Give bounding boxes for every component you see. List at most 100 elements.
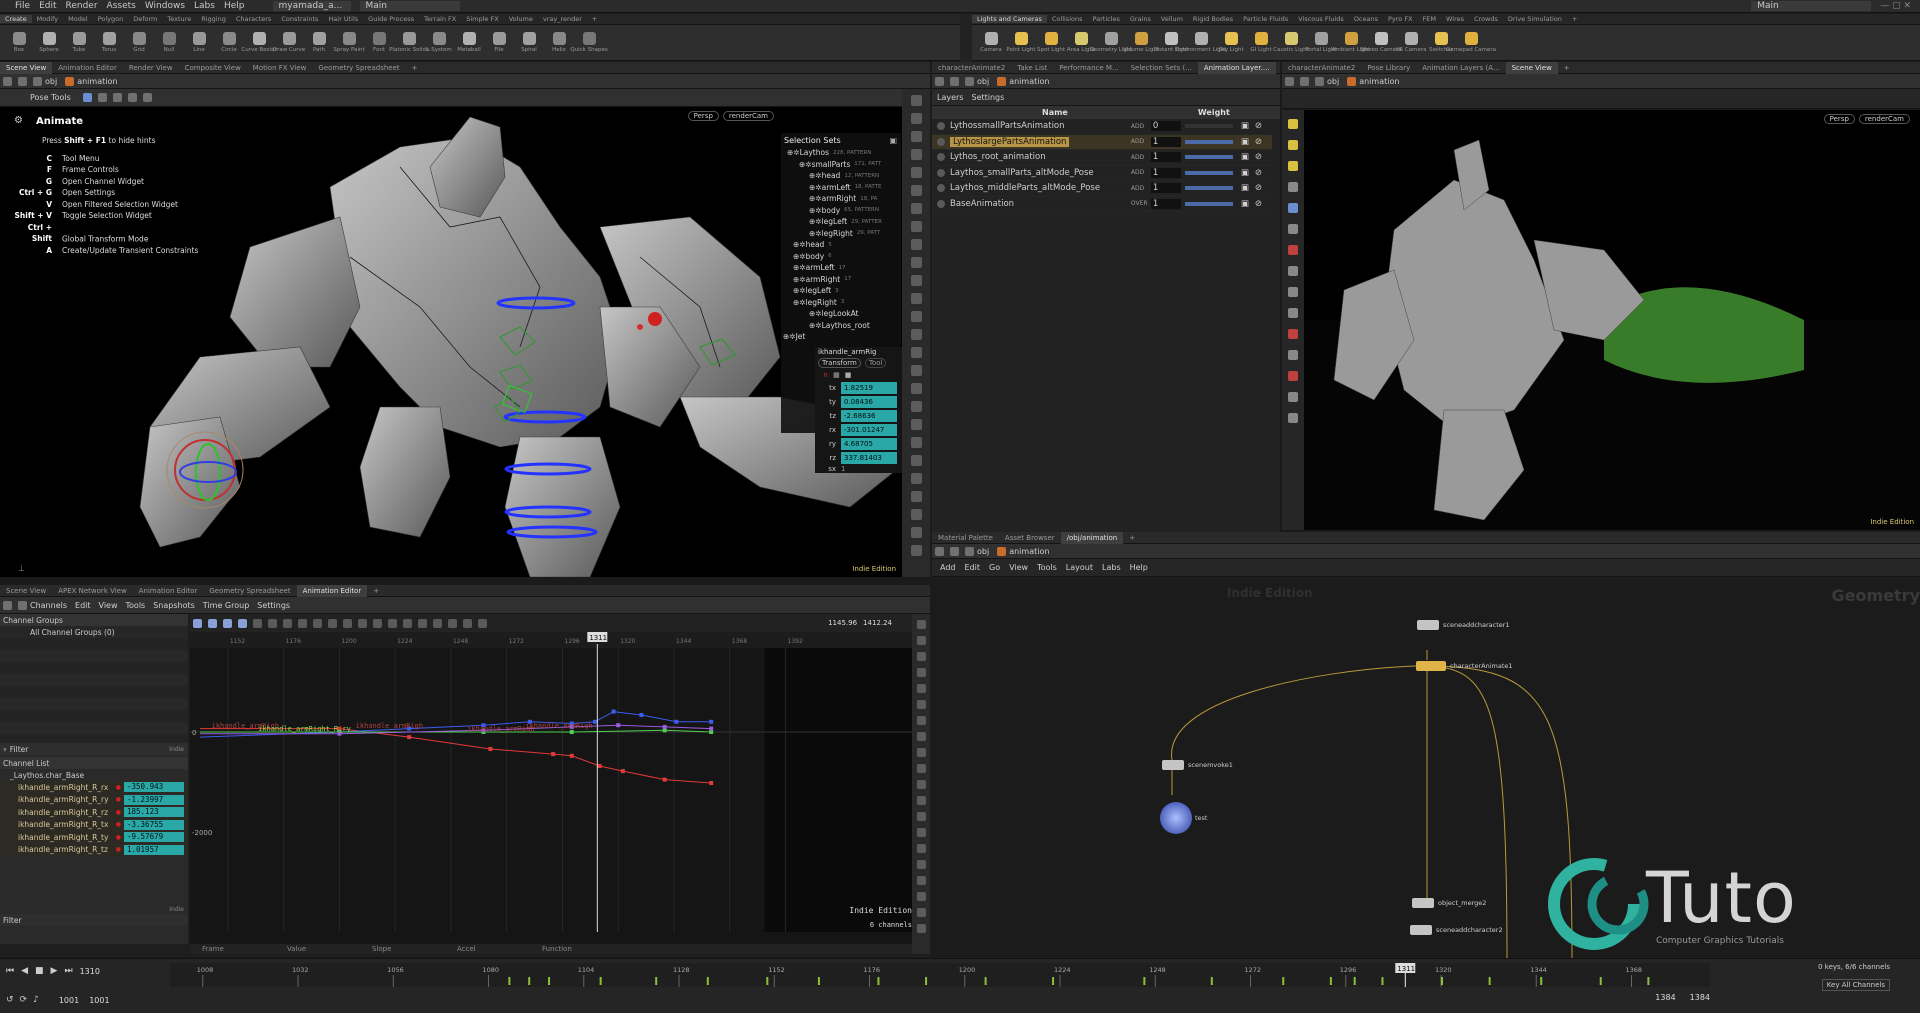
tab-terrain-fx[interactable]: Terrain FX [419,15,461,23]
viewport-tool-icon[interactable] [910,203,922,214]
graph-toolbar-icon[interactable] [208,618,217,628]
layer-lock-icon[interactable]: ▣ [1241,152,1249,162]
network-menu-layout[interactable]: Layout [1066,563,1093,572]
viewport-tool-icon[interactable] [910,149,922,160]
layer-weight-slider[interactable] [1184,139,1233,144]
viewport2-tool-icon[interactable] [1288,119,1298,129]
tab-rigging[interactable]: Rigging [196,15,231,23]
graph-tool-icon[interactable] [916,796,926,805]
graph-toolbar-icon[interactable] [433,618,442,628]
layer-mode[interactable]: ADD [1131,138,1149,145]
shelf-tool-file[interactable]: File [484,32,514,53]
anim-menu-channels[interactable]: Channels [30,601,67,610]
tab-material-palette[interactable]: Material Palette [932,532,999,544]
node-characteranimate1[interactable]: characterAnimate1 [1416,661,1513,671]
back-icon[interactable] [1285,76,1294,86]
viewport-tool-icon[interactable] [910,455,922,466]
viewport[interactable]: ⚙ Animate Press Shift + F1 to hide hints… [0,107,905,578]
network-menu-go[interactable]: Go [989,563,1000,572]
viewport-tool-icon[interactable] [910,401,922,412]
layer-lock-icon[interactable]: ▣ [1241,121,1249,131]
shelf-tool-null[interactable]: Null [154,32,184,53]
path-obj[interactable]: obj [1327,77,1339,86]
graph-tool-icon[interactable] [916,764,926,773]
layer-weight-slider[interactable] [1184,155,1233,160]
desktop-dropdown-right[interactable]: Main [1751,1,1872,11]
tab-wires[interactable]: Wires [1441,15,1469,23]
tab-hair-utils[interactable]: Hair Utils [323,15,363,23]
channel-row[interactable]: ikhandle_armRight_R_tz ● 1.01957 [0,843,188,856]
add-tab-icon[interactable]: + [406,62,424,74]
tab-lights-and-cameras[interactable]: Lights and Cameras [972,15,1047,23]
graph-tool-icon[interactable] [916,652,926,661]
tab-apex-network-view[interactable]: APEX Network View [52,585,133,597]
viewport-tool-icon[interactable] [910,311,922,322]
graph-tool-icon[interactable] [916,700,926,709]
channel-value[interactable]: -9.57679 [124,832,184,842]
persp-menu[interactable]: Persp [687,111,719,121]
shelf-tool-gi-light[interactable]: GI Light [1246,32,1276,53]
tab-asset-browser[interactable]: Asset Browser [999,532,1061,544]
field-value[interactable]: -2.68636 [841,410,897,422]
network-menu-tools[interactable]: Tools [1037,563,1057,572]
square-icon[interactable]: ■ [845,371,852,379]
viewport-tool-icon[interactable] [910,113,922,124]
menu-file[interactable]: File [15,1,30,11]
selection-set-item[interactable]: ⊕ ✲ armRight 17 [781,274,901,286]
graph-tool-icon[interactable] [916,620,926,629]
selection-set-item[interactable]: ⊕ ✲ head 12, PATTERN [781,170,901,182]
tab-selection-sets[interactable]: Selection Sets (... [1125,62,1198,74]
tab-create[interactable]: Create [0,15,32,23]
network-menu-edit[interactable]: Edit [965,563,981,572]
graph-tool-icon[interactable] [916,844,926,853]
jump-end-icon[interactable]: ⏭ [64,966,72,976]
viewport2-tool-icon[interactable] [1288,182,1298,192]
channel-value[interactable]: -350.943 [124,782,184,792]
layer-lock-icon[interactable]: ▣ [1241,183,1249,193]
tab-animation-layers-a[interactable]: Animation Layers (A... [1416,62,1505,74]
selection-set-item[interactable]: ⊕ ✲ armLeft 17 [781,262,901,274]
forward-icon[interactable] [950,76,959,86]
tab-volume[interactable]: Volume [504,15,538,23]
selection-set-item[interactable]: ⊕ ✲ head 5 [781,239,901,251]
channel-row[interactable]: ikhandle_armRight_R_rx ● -350.943 [0,781,188,793]
viewport2-tool-icon[interactable] [1288,371,1298,381]
pose-tool-icon-5[interactable] [142,93,152,102]
layer-weight-slider[interactable] [1184,170,1233,175]
selection-set-item[interactable]: ⊕ ✲ Laythos_root [781,320,901,332]
shelf-tool-draw-curve[interactable]: Draw Curve [273,32,305,53]
node-scenemvoke1[interactable]: scenemvoke1 [1162,760,1233,770]
shelf-tool-tube[interactable]: Tube [64,32,94,53]
shelf-tool-sphere[interactable]: Sphere [34,32,64,53]
forward-icon[interactable] [1300,76,1309,86]
tab-vellum[interactable]: Vellum [1156,15,1188,23]
tab-vray-render[interactable]: vray_render [538,15,587,23]
graph-toolbar-icon[interactable] [283,618,292,628]
network-menu-add[interactable]: Add [940,563,956,572]
channel-key-icon[interactable]: ● [116,821,121,828]
desktop-dropdown[interactable]: Main [359,1,460,11]
layer-row[interactable]: Lythos_root_animation ADD 1 ▣ ⊘ [932,150,1272,166]
shelf-tool-spiral[interactable]: Spiral [514,32,544,53]
channel-key-icon[interactable]: ● [116,784,121,791]
path-node[interactable]: animation [1009,77,1049,86]
path-node[interactable]: animation [1009,547,1049,556]
viewport2-tool-icon[interactable] [1288,287,1298,297]
field-value[interactable]: 4.68705 [841,438,897,450]
anim-menu-edit[interactable]: Edit [75,601,91,610]
anim-menu-tools[interactable]: Tools [126,601,146,610]
shelf-tool-environment-light[interactable]: Environment Light [1176,32,1226,53]
viewport2-tool-icon[interactable] [1288,203,1298,213]
tab-geometry-spreadsheet[interactable]: Geometry Spreadsheet [312,62,405,74]
layer-mute-icon[interactable]: ⊘ [1255,168,1262,178]
path-node[interactable]: animation [77,77,117,86]
forward-icon[interactable] [950,546,959,556]
shelf-tool-line[interactable]: Line [184,32,214,53]
tab-scene-view[interactable]: Scene View [0,61,53,74]
viewport2-tool-icon[interactable] [1288,224,1298,234]
back-icon[interactable] [935,76,944,86]
tab-pose-library[interactable]: Pose Library [1361,62,1416,74]
tab-model[interactable]: Model [63,15,93,23]
layer-weight-field[interactable]: 1 [1150,183,1181,194]
tab-characteranimate2[interactable]: characterAnimate2 [932,62,1011,74]
